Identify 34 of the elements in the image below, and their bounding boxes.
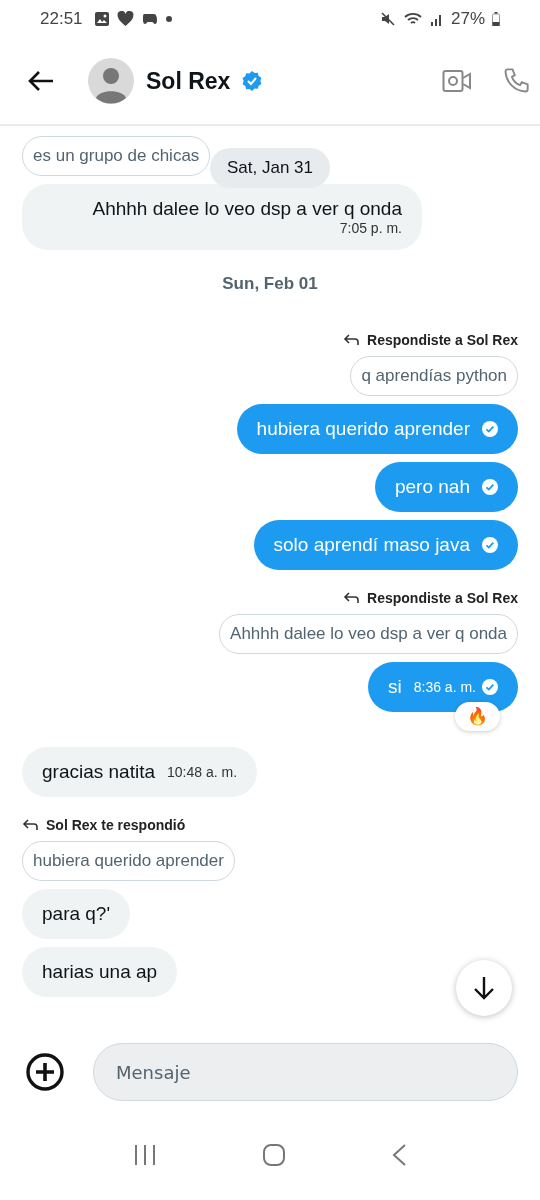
scroll-down-button[interactable] — [456, 960, 512, 1016]
status-time: 22:51 — [40, 9, 83, 29]
battery-icon — [492, 12, 500, 26]
reply-icon — [22, 819, 38, 831]
contact-name[interactable]: Sol Rex — [146, 67, 231, 95]
arrow-down-icon — [473, 976, 495, 1000]
message-bubble[interactable]: para q?' — [22, 889, 131, 939]
wifi-icon — [402, 11, 423, 27]
date-separator: Sun, Feb 01 — [222, 274, 318, 294]
avatar[interactable] — [88, 58, 134, 104]
reply-label: Respondiste a Sol Rex — [367, 332, 518, 348]
dot-icon — [165, 16, 172, 22]
recent-apps-icon[interactable] — [132, 1144, 157, 1166]
battery-percent: 27% — [450, 9, 485, 29]
signal-icon — [429, 12, 444, 26]
home-icon[interactable] — [262, 1143, 286, 1167]
back-icon[interactable] — [391, 1143, 408, 1167]
heart-icon — [116, 11, 134, 27]
video-call-icon[interactable] — [442, 69, 472, 93]
reply-icon — [343, 334, 360, 346]
message-bubble[interactable]: harias una ap — [22, 947, 178, 997]
message-field[interactable]: Mensaje — [93, 1043, 518, 1101]
phone-icon[interactable] — [502, 67, 530, 95]
date-chip: Sat, Jan 31 — [210, 148, 330, 188]
mute-icon — [379, 11, 396, 27]
gamepad-icon — [140, 11, 159, 27]
reply-label: Sol Rex te respondió — [46, 817, 186, 833]
add-icon[interactable] — [25, 1052, 65, 1092]
message-bubble[interactable]: Ahhhh dalee lo veo dsp a ver q onda 7:05 p. m. — [22, 184, 422, 250]
gallery-icon — [93, 11, 110, 27]
reply-label: Respondiste a Sol Rex — [367, 590, 518, 606]
back-arrow-icon[interactable] — [28, 70, 54, 92]
message-bubble[interactable]: gracias natita 10:48 a. m. — [22, 747, 258, 797]
reply-icon — [343, 592, 360, 604]
